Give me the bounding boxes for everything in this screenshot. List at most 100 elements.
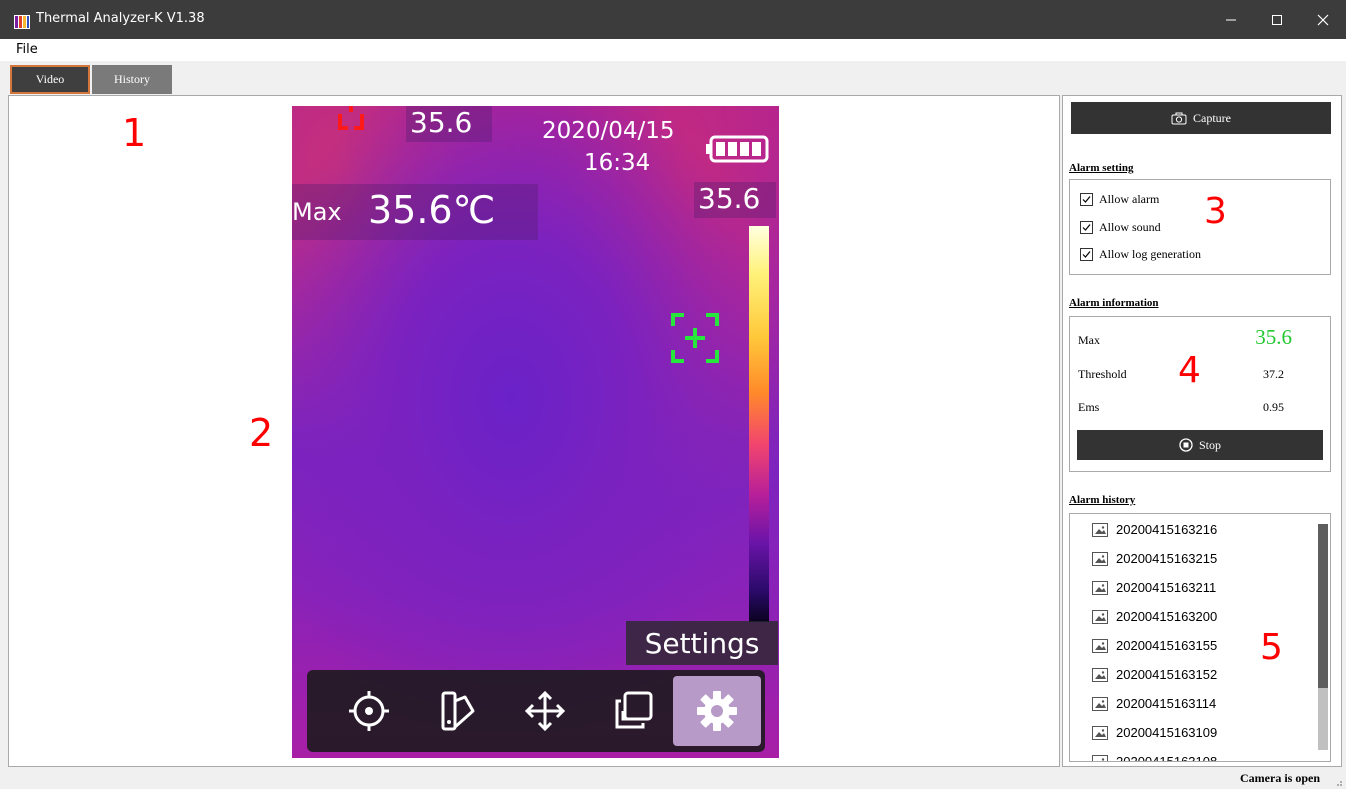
settings-tooltip: Settings (626, 621, 778, 665)
status-text: Camera is open (1240, 771, 1320, 785)
checkbox-checked-icon (1080, 248, 1093, 261)
max-label: Max (1078, 333, 1100, 347)
menu-file[interactable]: File (16, 42, 38, 57)
image-file-icon (1092, 551, 1108, 566)
scrollbar-thumb[interactable] (1318, 524, 1328, 688)
allow-sound-label: Allow sound (1099, 220, 1161, 234)
battery-icon (706, 135, 769, 163)
allow-log-generation-checkbox[interactable]: Allow log generation (1080, 247, 1201, 262)
checkbox-checked-icon (1080, 193, 1093, 206)
alarm-history-title: Alarm history (1069, 494, 1136, 506)
maximize-icon (1272, 14, 1282, 25)
date-label: 2020/04/15 (542, 118, 675, 144)
history-item[interactable]: 20200415163109 (1092, 725, 1217, 740)
history-scrollbar[interactable] (1318, 524, 1328, 750)
close-button[interactable] (1300, 0, 1346, 39)
ems-value: 0.95 (1263, 400, 1284, 414)
right-panel: Capture Alarm setting Allow alarm Allow … (1062, 95, 1342, 767)
color-scale-bar (749, 226, 769, 622)
max-readout: Max 35.6℃ (292, 184, 538, 240)
settings-button[interactable] (673, 676, 761, 746)
image-file-icon (1092, 667, 1108, 682)
scale-max-label: 35.6 (694, 182, 776, 218)
resize-grip-icon[interactable] (1333, 777, 1343, 787)
spot-marker-icon (338, 106, 364, 130)
target-button[interactable] (325, 676, 413, 746)
history-item[interactable]: 20200415163216 (1092, 522, 1217, 537)
tab-history[interactable]: History (92, 65, 172, 94)
move-button[interactable] (501, 676, 589, 746)
minimize-button[interactable] (1208, 0, 1254, 39)
history-item-label: 20200415163211 (1116, 580, 1217, 595)
history-item[interactable]: 20200415163215 (1092, 551, 1217, 566)
alarm-information-box: Max 35.6 Threshold 37.2 Ems 0.95 4 Stop (1069, 316, 1331, 472)
target-icon (349, 691, 389, 731)
app-logo-icon (14, 14, 30, 29)
history-item[interactable]: 20200415163114 (1092, 696, 1216, 711)
camera-toolbar (307, 670, 765, 752)
callout-2: 2 (249, 411, 274, 455)
copy-button[interactable] (589, 676, 677, 746)
focus-target-icon (671, 313, 719, 363)
history-item-label: 20200415163152 (1116, 667, 1218, 682)
image-file-icon (1092, 754, 1108, 761)
alarm-history-list[interactable]: 20200415163216 20200415163215 2020041516… (1069, 513, 1331, 762)
max-label: Max (292, 198, 342, 226)
alarm-setting-title: Alarm setting (1069, 162, 1134, 174)
minimize-icon (1226, 19, 1236, 20)
palette-icon (441, 691, 475, 731)
ems-label: Ems (1078, 400, 1100, 414)
history-item-label: 20200415163114 (1116, 696, 1217, 711)
spot-temperature: 35.6 (406, 106, 492, 142)
tab-strip: Video History (0, 61, 1346, 95)
allow-log-generation-label: Allow log generation (1099, 247, 1201, 261)
threshold-value: 37.2 (1263, 367, 1284, 381)
history-item[interactable]: 20200415163200 (1092, 609, 1217, 624)
allow-alarm-label: Allow alarm (1099, 192, 1160, 206)
history-item-label: 20200415163215 (1116, 551, 1218, 566)
history-item-label: 20200415163109 (1116, 725, 1218, 740)
video-pane: 1 2 35.6 2020/04/15 16:34 Max 35.6℃ 35.6… (8, 95, 1060, 767)
capture-button[interactable]: Capture (1071, 102, 1331, 134)
stop-button[interactable]: Stop (1077, 430, 1323, 460)
image-file-icon (1092, 609, 1108, 624)
thermal-image: 35.6 2020/04/15 16:34 Max 35.6℃ 35.6 Set… (292, 106, 779, 758)
scrollbar-track[interactable] (1318, 688, 1328, 750)
callout-1: 1 (122, 111, 147, 155)
max-value: 35.6℃ (368, 188, 496, 232)
max-value: 35.6 (1255, 325, 1292, 349)
move-icon (524, 690, 566, 732)
app-window: Thermal Analyzer-K V1.38 File Video Hist… (0, 0, 1346, 789)
callout-3: 3 (1204, 191, 1227, 232)
alarm-setting-box: Allow alarm Allow sound Allow log genera… (1069, 179, 1331, 275)
capture-label: Capture (1193, 110, 1231, 125)
settings-gear-icon (697, 691, 737, 731)
image-file-icon (1092, 725, 1108, 740)
tab-video[interactable]: Video (10, 65, 90, 94)
copy-icon (615, 691, 653, 729)
alarm-information-title: Alarm information (1069, 297, 1159, 309)
history-item-label: 20200415163155 (1116, 638, 1218, 653)
history-item[interactable]: 20200415163211 (1092, 580, 1216, 595)
threshold-label: Threshold (1078, 367, 1127, 381)
history-item-label: 20200415163108 (1116, 754, 1218, 762)
history-item-label: 20200415163216 (1116, 522, 1218, 537)
maximize-button[interactable] (1254, 0, 1300, 39)
history-item[interactable]: 20200415163155 (1092, 638, 1217, 653)
stop-label: Stop (1198, 437, 1221, 452)
menu-bar: File (0, 39, 1346, 61)
title-bar: Thermal Analyzer-K V1.38 (0, 0, 1346, 39)
allow-alarm-checkbox[interactable]: Allow alarm (1080, 192, 1159, 207)
allow-sound-checkbox[interactable]: Allow sound (1080, 220, 1161, 235)
image-file-icon (1092, 638, 1108, 653)
image-file-icon (1092, 522, 1108, 537)
history-item-label: 20200415163200 (1116, 609, 1218, 624)
palette-button[interactable] (413, 676, 501, 746)
history-item[interactable]: 20200415163108 (1092, 754, 1218, 762)
status-bar: Camera is open (0, 767, 1346, 789)
image-file-icon (1092, 696, 1108, 711)
checkbox-checked-icon (1080, 221, 1093, 234)
time-label: 16:34 (584, 150, 651, 176)
callout-4: 4 (1178, 350, 1201, 391)
history-item[interactable]: 20200415163152 (1092, 667, 1217, 682)
